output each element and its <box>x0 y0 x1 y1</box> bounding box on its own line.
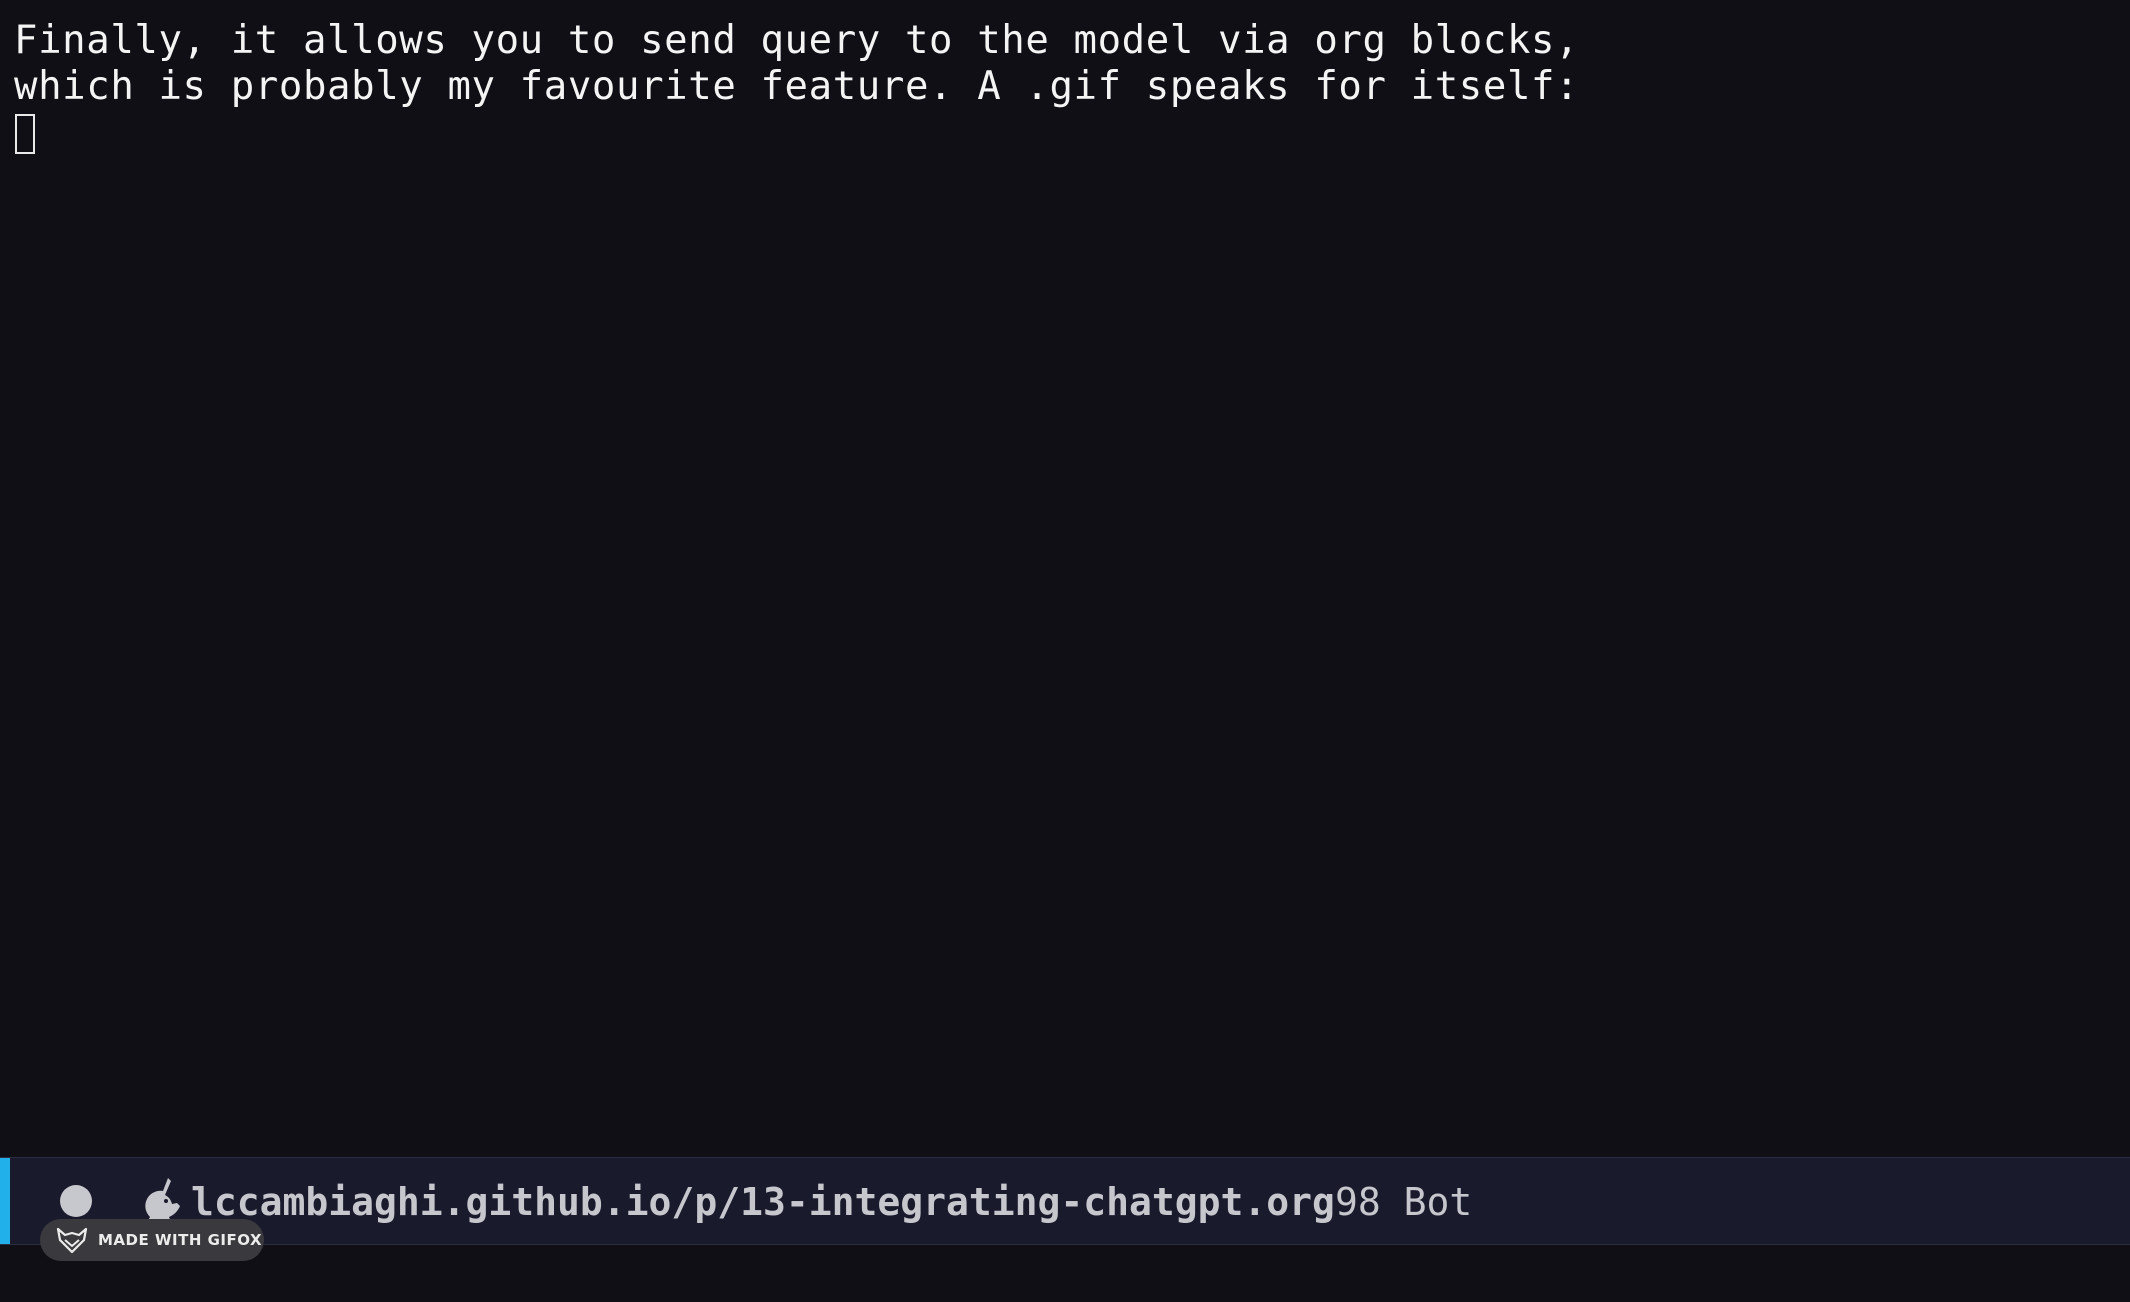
buffer-state-circle-icon <box>60 1185 92 1217</box>
text-cursor <box>15 114 35 154</box>
mode-line-accent-bar <box>0 1158 10 1244</box>
watermark-label: MADE WITH GIFOX <box>98 1231 263 1249</box>
buffer-file-name: lccambiaghi.github.io/p/13-integrating-c… <box>191 1180 1335 1224</box>
mode-line: lccambiaghi.github.io/p/13-integrating-c… <box>0 1157 2130 1245</box>
fox-icon <box>56 1227 88 1254</box>
buffer-line-1[interactable]: Finally, it allows you to send query to … <box>14 18 2116 64</box>
buffer-line-2[interactable]: which is probably my favourite feature. … <box>14 64 2116 110</box>
buffer-position: 98 Bot <box>1335 1180 1473 1224</box>
editor-buffer[interactable]: Finally, it allows you to send query to … <box>14 18 2116 154</box>
gifox-watermark: MADE WITH GIFOX <box>40 1219 264 1261</box>
